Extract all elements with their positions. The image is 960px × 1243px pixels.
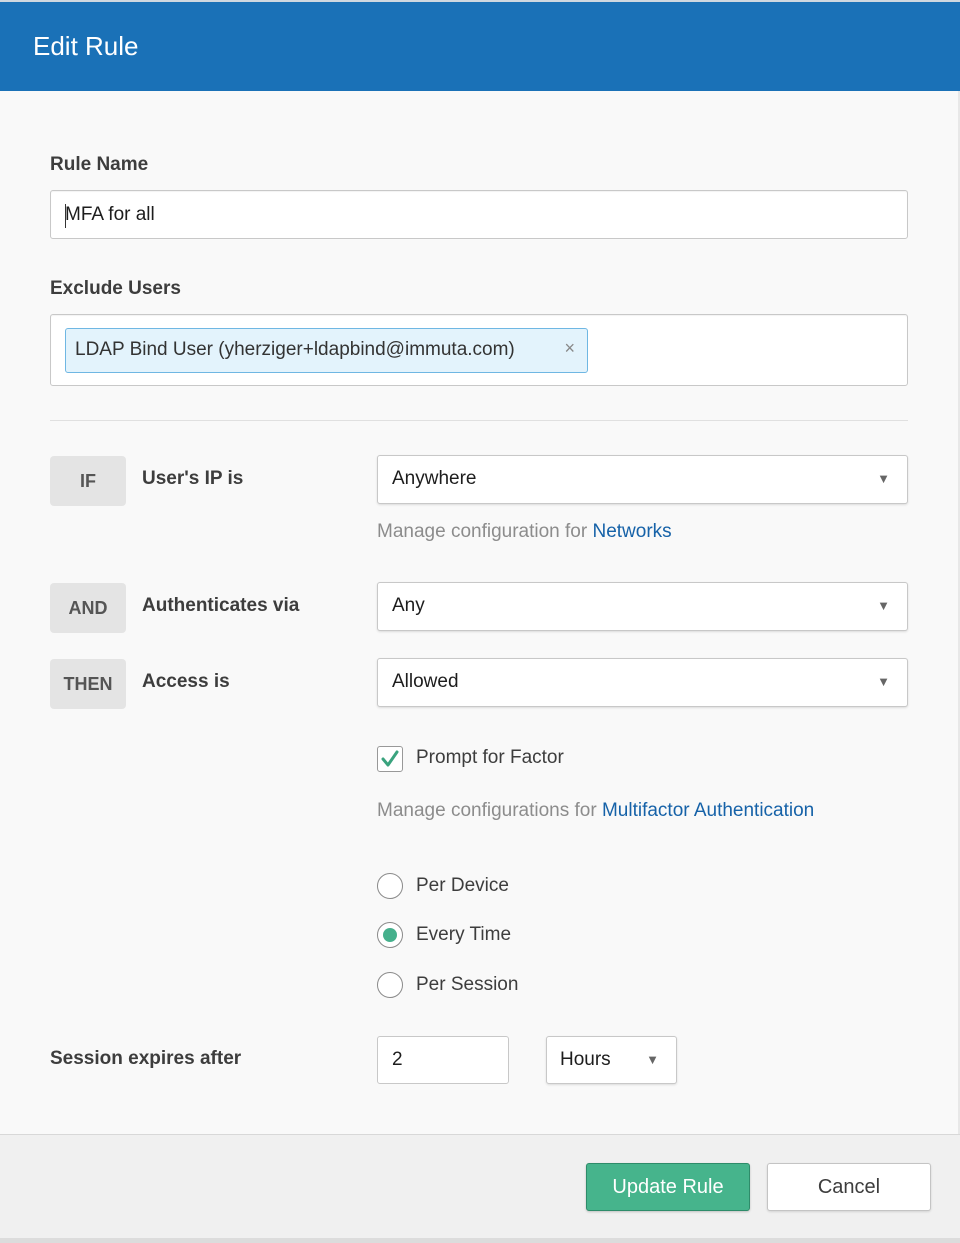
keyword-and: AND [50, 583, 126, 633]
keyword-then: THEN [50, 659, 126, 709]
networks-helper-text: Manage configuration for [377, 521, 593, 542]
exclude-users-label: Exclude Users [50, 278, 181, 299]
mfa-helper: Manage configurations for Multifactor Au… [377, 800, 814, 822]
check-icon [381, 750, 399, 767]
update-rule-button[interactable]: Update Rule [586, 1163, 750, 1211]
section-divider [50, 420, 908, 421]
authenticates-via-select[interactable]: Any ▼ [377, 582, 908, 631]
prompt-for-factor-checkbox[interactable] [377, 746, 403, 772]
session-duration-input[interactable]: 2 [377, 1036, 509, 1084]
cancel-button[interactable]: Cancel [767, 1163, 931, 1211]
rule-name-label: Rule Name [50, 154, 149, 175]
dropdown-arrow-icon: ▼ [877, 471, 890, 486]
dropdown-arrow-icon: ▼ [646, 1052, 659, 1067]
footer-edge [0, 1238, 960, 1243]
every-time-label[interactable]: Every Time [416, 924, 511, 946]
dropdown-arrow-icon: ▼ [877, 674, 890, 689]
excluded-user-tag: LDAP Bind User (yherziger+ldapbind@immut… [65, 328, 588, 373]
exclude-users-input[interactable]: LDAP Bind User (yherziger+ldapbind@immut… [50, 314, 908, 386]
session-duration-value: 2 [392, 1049, 403, 1070]
session-unit-value: Hours [560, 1049, 611, 1070]
modal-header: Edit Rule [0, 0, 960, 91]
keyword-if: IF [50, 456, 126, 506]
rule-name-input[interactable]: MFA for all [50, 190, 908, 239]
modal-title: Edit Rule [33, 31, 139, 61]
user-ip-select[interactable]: Anywhere ▼ [377, 455, 908, 504]
dropdown-arrow-icon: ▼ [877, 598, 890, 613]
networks-helper: Manage configuration for Networks [377, 521, 672, 543]
remove-tag-icon[interactable]: × [564, 338, 575, 359]
per-session-label[interactable]: Per Session [416, 974, 518, 996]
radio-every-time[interactable] [377, 922, 403, 948]
radio-per-device[interactable] [377, 873, 403, 899]
prompt-for-factor-label[interactable]: Prompt for Factor [416, 747, 564, 769]
per-device-label[interactable]: Per Device [416, 875, 509, 897]
access-is-label: Access is [142, 671, 230, 692]
radio-per-session[interactable] [377, 972, 403, 998]
text-caret [65, 204, 66, 228]
session-unit-select[interactable]: Hours ▼ [546, 1036, 677, 1084]
networks-link[interactable]: Networks [592, 521, 671, 542]
access-value: Allowed [392, 671, 459, 692]
mfa-link[interactable]: Multifactor Authentication [602, 800, 814, 821]
authenticates-via-label: Authenticates via [142, 595, 300, 616]
access-select[interactable]: Allowed ▼ [377, 658, 908, 707]
user-ip-value: Anywhere [392, 468, 477, 489]
rule-name-value: MFA for all [65, 204, 155, 225]
mfa-helper-text: Manage configurations for [377, 800, 602, 821]
excluded-user-tag-label: LDAP Bind User (yherziger+ldapbind@immut… [75, 339, 515, 360]
authenticates-via-value: Any [392, 595, 425, 616]
session-expires-label: Session expires after [50, 1048, 242, 1069]
user-ip-label: User's IP is [142, 468, 244, 489]
